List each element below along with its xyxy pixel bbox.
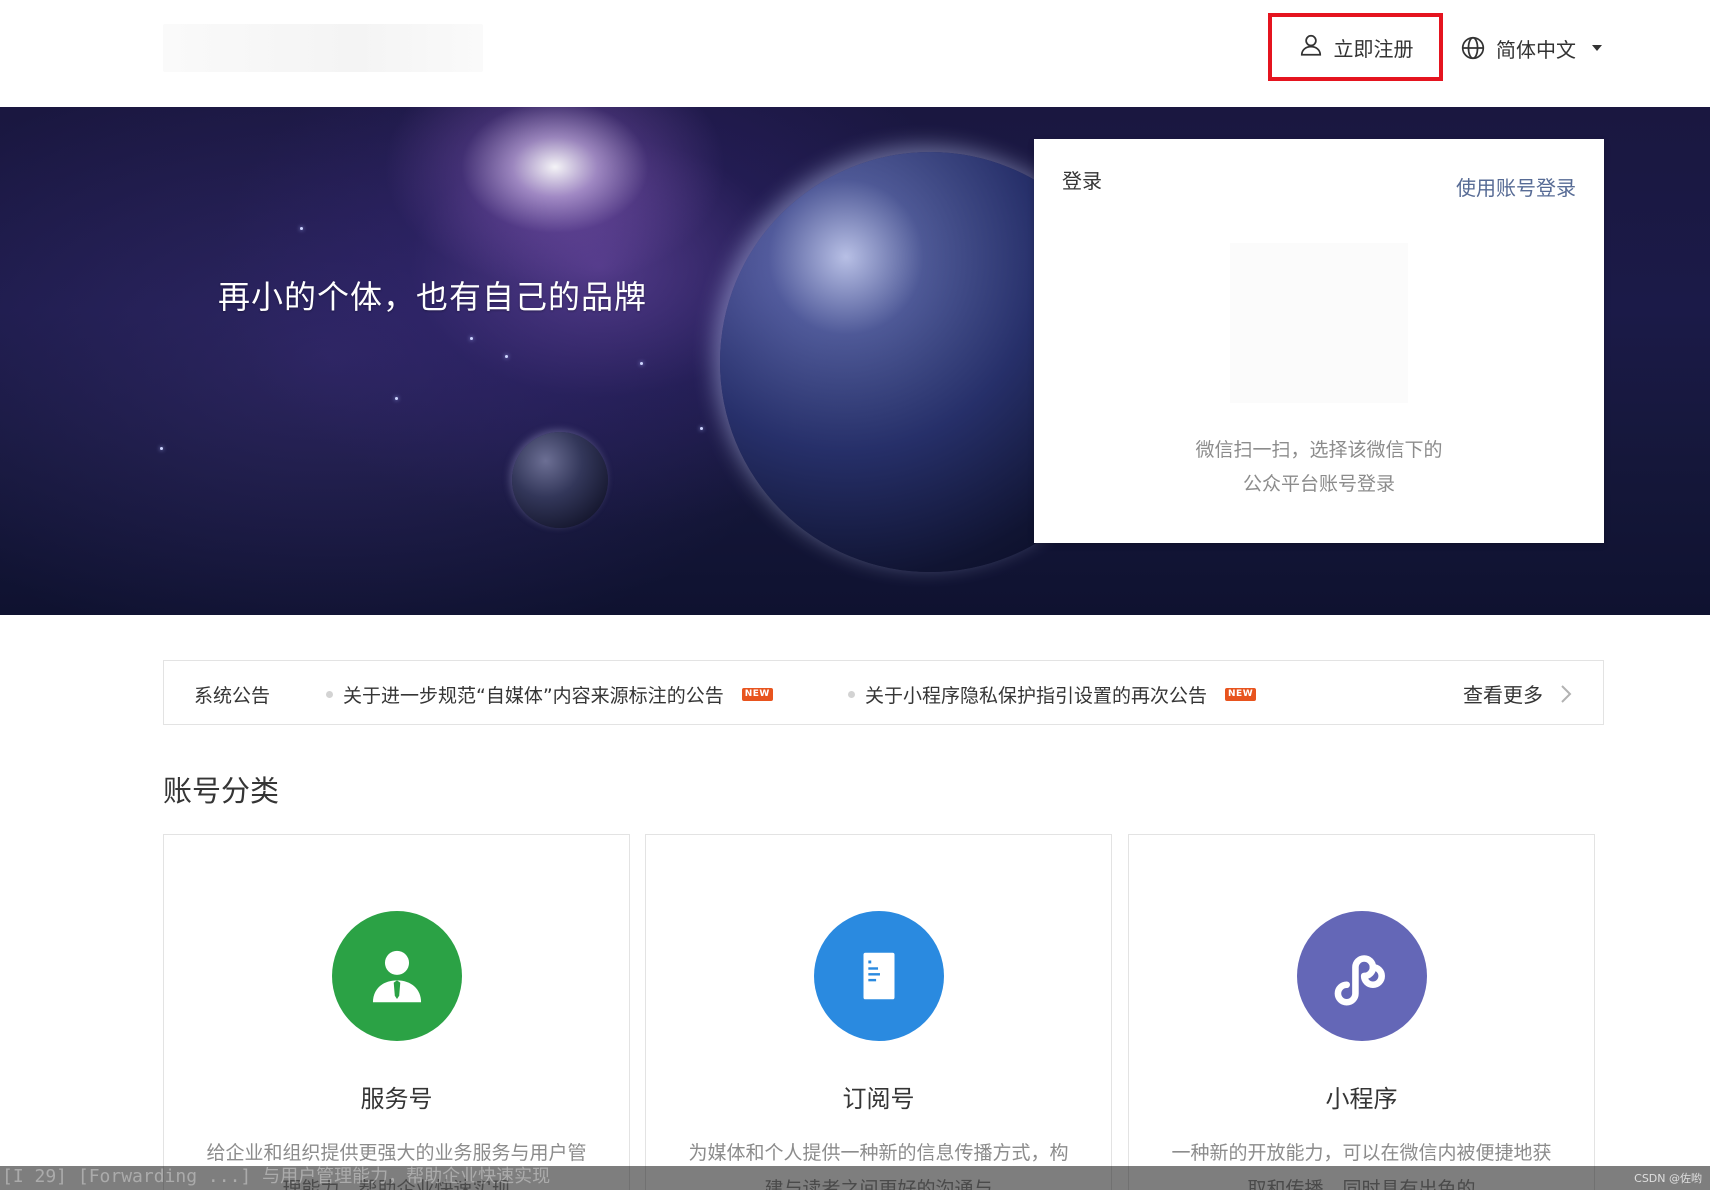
card-subscription-account[interactable]: 订阅号 为媒体和个人提供一种新的信息传播方式，构建与读者之间更好的沟通与: [645, 834, 1112, 1190]
hero-banner: 再小的个体，也有自己的品牌 登录 使用账号登录 微信扫一扫，选择该微信下的 公众…: [0, 107, 1710, 615]
star: [300, 227, 303, 230]
qr-hint-line1: 微信扫一扫，选择该微信下的: [1195, 439, 1443, 461]
new-badge: NEW: [741, 688, 773, 701]
document-icon: [814, 911, 944, 1041]
bullet-icon: [326, 691, 333, 698]
star: [640, 362, 643, 365]
account-login-link[interactable]: 使用账号登录: [1456, 172, 1576, 201]
card-name: 订阅号: [842, 1085, 915, 1113]
star: [160, 447, 163, 450]
card-service-account[interactable]: 服务号 给企业和组织提供更强大的业务服务与用户管理能力，帮助企业快速实现: [163, 834, 630, 1190]
user-icon: [1298, 32, 1324, 62]
qr-code: [1230, 243, 1408, 403]
bullet-icon: [848, 691, 855, 698]
star: [395, 397, 398, 400]
logo[interactable]: [163, 24, 483, 72]
notice-item[interactable]: 关于进一步规范“自媒体”内容来源标注的公告 NEW: [326, 681, 773, 708]
star: [470, 337, 473, 340]
mini-program-icon: [1297, 911, 1427, 1041]
system-notice-bar: 系统公告 关于进一步规范“自媒体”内容来源标注的公告 NEW 关于小程序隐私保护…: [163, 660, 1604, 725]
register-label: 立即注册: [1333, 36, 1414, 61]
notice-text: 关于进一步规范“自媒体”内容来源标注的公告: [343, 685, 724, 707]
watermark: CSDN @佐哟: [1634, 1172, 1702, 1185]
login-panel: 登录 使用账号登录 微信扫一扫，选择该微信下的 公众平台账号登录: [1034, 139, 1604, 543]
view-more-link[interactable]: 查看更多: [1463, 679, 1573, 708]
new-badge: NEW: [1225, 688, 1257, 701]
language-switcher[interactable]: 简体中文: [1460, 28, 1602, 68]
card-mini-program[interactable]: 小程序 一种新的开放能力，可以在微信内被便捷地获取和传播，同时具有出色的: [1128, 834, 1595, 1190]
console-text: [I 29] [Forwarding ...] 与用户管理能力，帮助企业快速实现: [2, 1166, 551, 1187]
moon-image: [512, 432, 608, 528]
section-title: 账号分类: [163, 774, 280, 808]
notice-title: 系统公告: [194, 685, 271, 707]
language-label: 简体中文: [1496, 37, 1576, 62]
qr-hint-line2: 公众平台账号登录: [1242, 473, 1395, 495]
banner-slogan: 再小的个体，也有自己的品牌: [218, 278, 648, 316]
card-name: 小程序: [1325, 1085, 1398, 1113]
user-tie-icon: [332, 911, 462, 1041]
top-header: 立即注册 简体中文: [0, 0, 1710, 107]
register-button[interactable]: 立即注册: [1268, 13, 1443, 81]
star: [700, 427, 703, 430]
chevron-right-icon: [1561, 684, 1572, 703]
notice-text: 关于小程序隐私保护指引设置的再次公告: [865, 685, 1208, 707]
chevron-down-icon: [1592, 45, 1602, 51]
view-more-label: 查看更多: [1463, 683, 1543, 707]
globe-icon: [1461, 36, 1485, 60]
star: [505, 355, 508, 358]
qr-hint: 微信扫一扫，选择该微信下的 公众平台账号登录: [1034, 433, 1604, 501]
console-overlay: [I 29] [Forwarding ...] 与用户管理能力，帮助企业快速实现…: [0, 1166, 1710, 1190]
card-name: 服务号: [360, 1085, 433, 1113]
notice-item[interactable]: 关于小程序隐私保护指引设置的再次公告 NEW: [848, 681, 1257, 708]
login-title: 登录: [1062, 169, 1102, 193]
